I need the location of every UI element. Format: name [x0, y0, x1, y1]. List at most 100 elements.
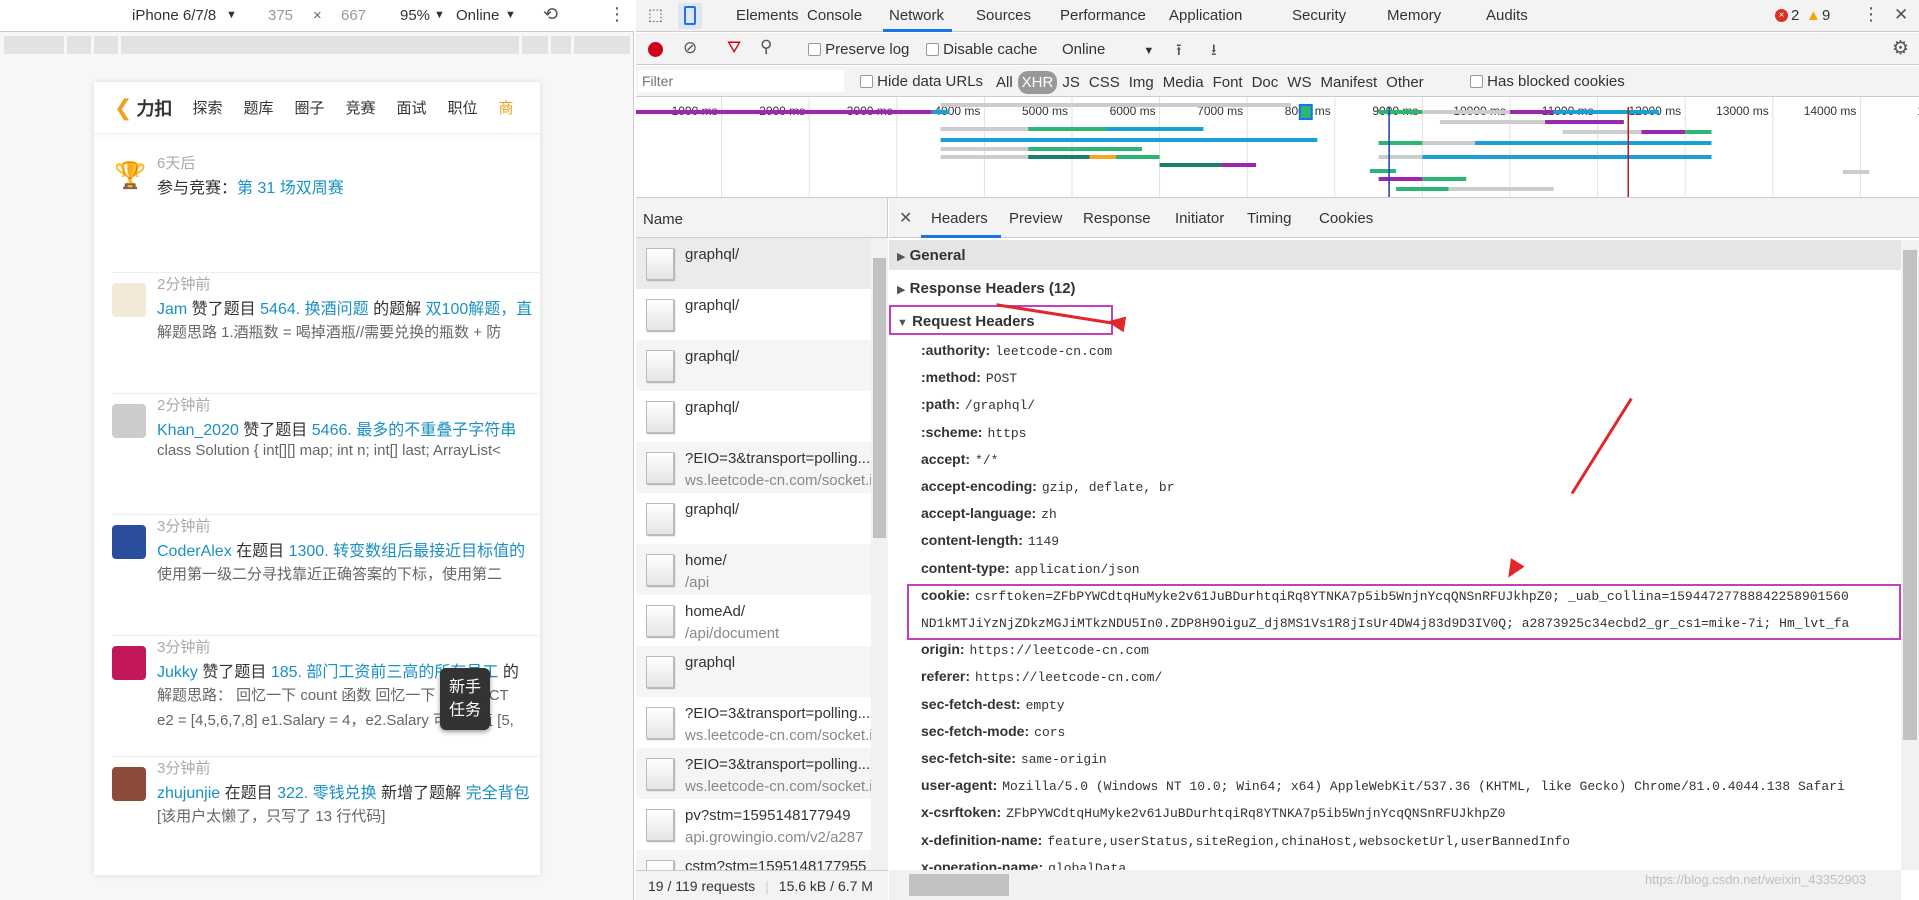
header-value[interactable]: ZFbPYWCdtqHuMyke2v61JuBDurhtqiRq8YTNKA7p…: [1006, 806, 1505, 821]
feed-user-link[interactable]: Jukky: [157, 664, 198, 681]
more-options-icon[interactable]: ⋮: [608, 4, 626, 25]
detail-tab-initiator[interactable]: Initiator: [1175, 210, 1224, 227]
nav-item[interactable]: 竞赛: [345, 97, 375, 118]
header-value[interactable]: zh: [1041, 507, 1057, 522]
error-count[interactable]: 2: [1791, 7, 1799, 24]
blocked-cookies-checkbox[interactable]: Has blocked cookies: [1470, 73, 1625, 90]
feed-problem-link[interactable]: 第 31 场双周赛: [237, 180, 344, 197]
detail-tab-response[interactable]: Response: [1083, 210, 1151, 227]
export-har-icon[interactable]: ⭳: [1211, 39, 1217, 66]
filter-icon[interactable]: ⛛: [727, 38, 741, 58]
height-input[interactable]: 667: [341, 7, 366, 24]
feed-problem-link[interactable]: 1300. 转变数组后最接近目标值的: [289, 543, 526, 560]
header-value[interactable]: https://leetcode-cn.com: [970, 643, 1149, 658]
detail-tab-timing[interactable]: Timing: [1247, 210, 1291, 227]
filter-type-media[interactable]: Media: [1159, 71, 1208, 94]
filter-type-css[interactable]: CSS: [1085, 71, 1124, 94]
search-icon[interactable]: ⚲: [760, 37, 772, 57]
more-options-icon[interactable]: ⋮: [1862, 4, 1880, 25]
avatar[interactable]: [112, 525, 146, 559]
network-overview-timeline[interactable]: 1000 ms2000 ms3000 ms4000 ms5000 ms6000 …: [636, 97, 1919, 198]
width-input[interactable]: 375: [268, 7, 293, 24]
tab-application[interactable]: Application: [1169, 7, 1242, 24]
header-value[interactable]: empty: [1026, 698, 1065, 713]
nav-item[interactable]: 职位: [448, 97, 478, 118]
detail-tab-headers[interactable]: Headers: [931, 210, 988, 227]
filter-type-ws[interactable]: WS: [1283, 71, 1315, 94]
request-row[interactable]: cstm?stm=1595148177955: [636, 850, 871, 870]
detail-tab-cookies[interactable]: Cookies: [1319, 210, 1373, 227]
filter-type-js[interactable]: JS: [1058, 71, 1084, 94]
feed-user-link[interactable]: Jam: [157, 301, 187, 318]
newbie-task-button[interactable]: 新手 任务: [440, 668, 490, 730]
nav-item[interactable]: 圈子: [294, 97, 324, 118]
settings-gear-icon[interactable]: ⚙: [1892, 37, 1909, 60]
avatar[interactable]: [112, 283, 146, 317]
warning-count[interactable]: 9: [1822, 7, 1830, 24]
media-query-bar[interactable]: [4, 36, 630, 54]
feed-problem-link[interactable]: 322. 零钱兑换: [277, 785, 377, 802]
close-icon[interactable]: ✕: [1894, 5, 1908, 25]
zoom-select[interactable]: 95%: [400, 7, 430, 24]
header-value[interactable]: POST: [986, 371, 1017, 386]
header-value[interactable]: https: [987, 426, 1026, 441]
feed-solution-link[interactable]: 双100解题，直: [426, 301, 533, 318]
tab-memory[interactable]: Memory: [1387, 7, 1441, 24]
response-headers-toggle[interactable]: ▶ Response Headers (12): [889, 273, 1901, 303]
filter-type-img[interactable]: Img: [1125, 71, 1158, 94]
tab-performance[interactable]: Performance: [1060, 7, 1146, 24]
throttling-select[interactable]: Online ▼: [1062, 41, 1154, 58]
nav-item[interactable]: 题库: [243, 97, 273, 118]
header-value[interactable]: same-origin: [1021, 752, 1107, 767]
header-value[interactable]: 1149: [1028, 534, 1059, 549]
leetcode-logo[interactable]: ❮ 力扣: [114, 95, 172, 121]
nav-item[interactable]: 面试: [397, 97, 427, 118]
header-value[interactable]: feature,userStatus,siteRegion,chinaHost,…: [1047, 834, 1570, 849]
name-column-header[interactable]: Name: [636, 198, 887, 238]
scrollbar-thumb[interactable]: [873, 258, 886, 538]
feed-solution-link[interactable]: 完全背包: [466, 785, 530, 802]
tab-audits[interactable]: Audits: [1486, 7, 1528, 24]
tab-elements[interactable]: Elements: [736, 7, 799, 24]
avatar[interactable]: [112, 404, 146, 438]
header-value[interactable]: application/json: [1015, 562, 1140, 577]
request-list-scrollbar[interactable]: [871, 238, 888, 870]
scrollbar-thumb[interactable]: [1903, 250, 1917, 740]
feed-problem-link[interactable]: 5464. 换酒问题: [260, 301, 369, 318]
request-row[interactable]: graphql/: [636, 238, 871, 289]
header-value[interactable]: cors: [1034, 725, 1065, 740]
device-select[interactable]: iPhone 6/7/8: [132, 7, 216, 24]
header-value[interactable]: leetcode-cn.com: [995, 344, 1112, 359]
details-vertical-scrollbar[interactable]: [1901, 240, 1919, 870]
inspect-element-icon[interactable]: ⬚: [648, 5, 663, 25]
rotate-icon[interactable]: ⟲: [543, 4, 558, 25]
feed-problem-link[interactable]: 5466. 最多的不重叠子字符串: [312, 422, 517, 439]
filter-type-doc[interactable]: Doc: [1248, 71, 1283, 94]
filter-type-other[interactable]: Other: [1382, 71, 1428, 94]
request-row[interactable]: graphql/: [636, 289, 871, 340]
feed-user-link[interactable]: zhujunjie: [157, 785, 220, 802]
request-row[interactable]: home/ /api: [636, 544, 871, 595]
request-row[interactable]: ?EIO=3&transport=polling... ws.leetcode-c…: [636, 748, 871, 799]
request-row[interactable]: ?EIO=3&transport=polling... ws.leetcode-c…: [636, 697, 871, 748]
tab-sources[interactable]: Sources: [976, 7, 1031, 24]
tab-console[interactable]: Console: [807, 7, 862, 24]
tab-security[interactable]: Security: [1292, 7, 1346, 24]
header-value[interactable]: /graphql/: [965, 398, 1035, 413]
filter-input[interactable]: [638, 70, 844, 92]
filter-type-xhr[interactable]: XHR: [1017, 70, 1058, 94]
request-row[interactable]: graphql/: [636, 493, 871, 544]
import-har-icon[interactable]: ⭱: [1176, 39, 1182, 66]
request-row[interactable]: ?EIO=3&transport=polling... ws.leetcode-c…: [636, 442, 871, 493]
hide-data-urls-checkbox[interactable]: Hide data URLs: [860, 73, 983, 90]
request-row[interactable]: graphql/: [636, 391, 871, 442]
disable-cache-checkbox[interactable]: Disable cache: [926, 41, 1037, 58]
filter-type-manifest[interactable]: Manifest: [1316, 71, 1381, 94]
request-row[interactable]: graphql: [636, 646, 871, 697]
header-value[interactable]: Mozilla/5.0 (Windows NT 10.0; Win64; x64…: [1002, 779, 1845, 794]
avatar[interactable]: [112, 646, 146, 680]
detail-tab-preview[interactable]: Preview: [1009, 210, 1062, 227]
record-icon[interactable]: [648, 42, 663, 57]
tab-network[interactable]: Network: [889, 7, 944, 24]
clear-icon[interactable]: ⊘: [683, 38, 697, 58]
